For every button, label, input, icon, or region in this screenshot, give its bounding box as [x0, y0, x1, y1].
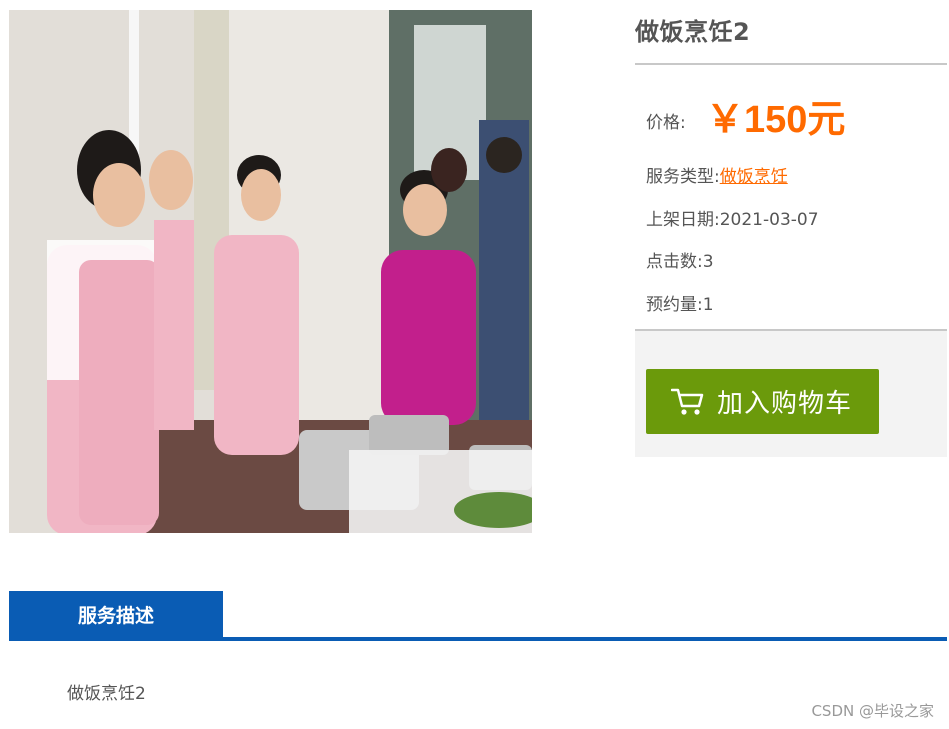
price-value: ￥150元 — [706, 99, 846, 141]
tab-service-description[interactable]: 服务描述 — [9, 591, 223, 637]
add-to-cart-button[interactable]: 加入购物车 — [646, 369, 879, 434]
booking-count-label: 预约量: — [646, 295, 703, 315]
service-type-link[interactable]: 做饭烹饪 — [720, 167, 788, 187]
listing-date-row: 上架日期:2021-03-07 — [646, 205, 819, 230]
click-count-row: 点击数:3 — [646, 247, 714, 272]
add-to-cart-label: 加入购物车 — [717, 389, 853, 419]
click-count-value: 3 — [702, 252, 714, 272]
title-divider — [635, 63, 947, 65]
booking-count-value: 1 — [702, 295, 714, 315]
service-type-label: 服务类型: — [646, 167, 720, 187]
cart-icon — [671, 388, 704, 415]
click-count-label: 点击数: — [646, 252, 703, 272]
product-title: 做饭烹饪2 — [635, 18, 751, 46]
service-description-text: 做饭烹饪2 — [67, 684, 146, 704]
tab-underline — [9, 637, 947, 641]
listing-date-value: 2021-03-07 — [719, 210, 819, 230]
watermark: CSDN @毕设之家 — [811, 702, 934, 720]
booking-count-row: 预约量:1 — [646, 290, 714, 315]
product-image — [9, 10, 532, 533]
service-type-row: 服务类型:做饭烹饪 — [646, 162, 788, 187]
product-photo-illustration — [9, 10, 532, 533]
listing-date-label: 上架日期: — [646, 210, 720, 230]
price-label: 价格: — [646, 113, 686, 133]
